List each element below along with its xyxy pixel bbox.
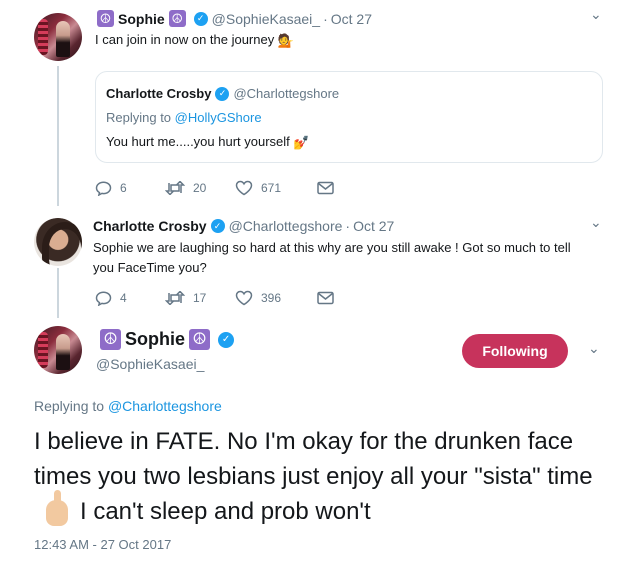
main-handle[interactable]: @SophieKasaei_ [96,356,204,372]
retweet-button[interactable]: 20 [165,181,235,195]
quote-handle: @Charlottegshore [233,86,340,101]
envelope-icon [317,291,334,305]
thread-line-middle [57,268,59,318]
tweet2-date[interactable]: Oct 27 [353,218,394,234]
retweet-icon [165,291,185,305]
tweet2-menu-caret-icon[interactable]: ⌄ [590,214,602,231]
tweet2-header: Charlotte Crosby ✓ @Charlottegshore · Oc… [93,218,394,234]
peace-icon: ☮ [100,329,121,350]
tweet2-handle[interactable]: @Charlottegshore [229,218,343,234]
tweet2-author-name[interactable]: Charlotte Crosby [93,218,207,234]
middle-finger-emoji-icon [46,489,68,526]
main-menu-caret-icon[interactable]: ⌄ [588,340,600,357]
nail-polish-emoji: 💅 [293,134,310,150]
heart-icon [235,290,253,306]
reply-button[interactable]: 6 [95,180,165,196]
main-timestamp[interactable]: 12:43 AM - 27 Oct 2017 [34,537,171,552]
tweet1-author-name[interactable]: Sophie [118,11,165,27]
message-button[interactable] [317,291,334,305]
avatar-sophie[interactable] [34,13,82,61]
reply-icon [95,180,112,196]
main-tweet-text: I believe in FATE. No I'm okay for the d… [34,424,620,529]
tweet1-date[interactable]: Oct 27 [331,11,372,27]
reply-count: 4 [120,291,127,305]
verified-icon: ✓ [210,219,225,233]
quote-reply-prefix: Replying to [106,110,172,125]
tweet1-header: ☮ Sophie ☮ ✓ @SophieKasaei_ · Oct 27 [93,10,372,27]
retweet-icon [165,181,185,195]
like-button[interactable]: 671 [235,180,317,196]
retweet-button[interactable]: 17 [165,291,235,305]
quote-author-name: Charlotte Crosby [106,86,212,101]
reply-button[interactable]: 4 [95,290,165,306]
quote-header: Charlotte Crosby ✓ @Charlottegshore [106,86,339,101]
main-reply-handle[interactable]: @Charlottegshore [108,398,222,414]
message-button[interactable] [317,181,334,195]
quote-replying-to: Replying to @HollyGShore [106,110,262,125]
heart-icon [235,180,253,196]
avatar-charlotte[interactable] [34,218,82,266]
like-count: 671 [261,181,282,195]
retweet-count: 17 [193,291,207,305]
quoted-tweet[interactable]: Charlotte Crosby ✓ @Charlottegshore Repl… [95,71,603,163]
tweet1-text-content: I can join in now on the journey [95,32,275,47]
tweet1-separator: · [323,10,328,27]
tipping-hand-emoji: 💁 [277,32,295,48]
tweet1-menu-caret-icon[interactable]: ⌄ [590,6,602,23]
verified-icon: ✓ [218,331,235,348]
main-text-part1: I believe in FATE. No I'm okay for the d… [34,428,593,490]
main-tweet-name-row: ☮ Sophie ☮ ✓ [96,329,235,350]
main-reply-prefix: Replying to [34,398,105,414]
main-author-name[interactable]: Sophie [125,329,185,350]
tweet2-separator: · [345,218,351,234]
following-button[interactable]: Following [462,334,568,368]
verified-icon: ✓ [215,86,230,101]
like-button[interactable]: 396 [235,290,317,306]
peace-icon: ☮ [97,10,114,27]
avatar-sophie-main[interactable] [34,326,82,374]
peace-icon: ☮ [189,329,211,350]
tweet2-actions: 4 17 396 [95,290,334,306]
quote-text: You hurt me.....you hurt yourself 💅 [106,134,310,151]
tweet1-handle[interactable]: @SophieKasaei_ [212,11,320,27]
main-text-part2: I can't sleep and prob won't [80,498,371,525]
peace-icon: ☮ [168,10,186,27]
envelope-icon [317,181,334,195]
reply-count: 6 [120,181,127,195]
tweet2-text: Sophie we are laughing so hard at this w… [93,240,571,275]
verified-icon: ✓ [193,11,208,26]
tweet1-text: I can join in now on the journey 💁 [95,30,294,51]
retweet-count: 20 [193,181,207,195]
like-count: 396 [261,291,282,305]
tweet1-actions: 6 20 671 [95,180,334,196]
reply-icon [95,290,112,306]
quote-reply-handle[interactable]: @HollyGShore [175,110,262,125]
thread-line-top [57,66,59,206]
main-replying-to: Replying to @Charlottegshore [34,398,222,414]
quote-text-content: You hurt me.....you hurt yourself [106,134,290,149]
